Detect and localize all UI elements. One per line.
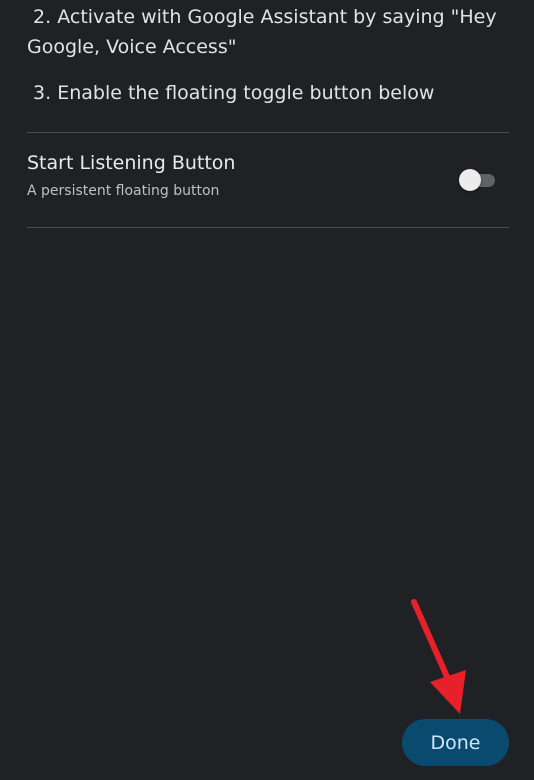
setting-subtitle: A persistent floating button bbox=[27, 183, 220, 199]
divider-top bbox=[27, 132, 509, 133]
instruction-step-2: 2. Activate with Google Assistant by say… bbox=[27, 6, 503, 58]
start-listening-toggle[interactable] bbox=[459, 169, 495, 191]
setting-row-start-listening[interactable]: Start Listening Button A persistent floa… bbox=[27, 150, 509, 210]
divider-bottom bbox=[27, 227, 509, 228]
toggle-thumb bbox=[459, 169, 481, 191]
setting-title: Start Listening Button bbox=[27, 152, 236, 174]
instruction-step-3: 3. Enable the floating toggle button bel… bbox=[27, 82, 435, 104]
red-arrow-icon bbox=[411, 599, 466, 714]
done-button[interactable]: Done bbox=[402, 719, 509, 766]
